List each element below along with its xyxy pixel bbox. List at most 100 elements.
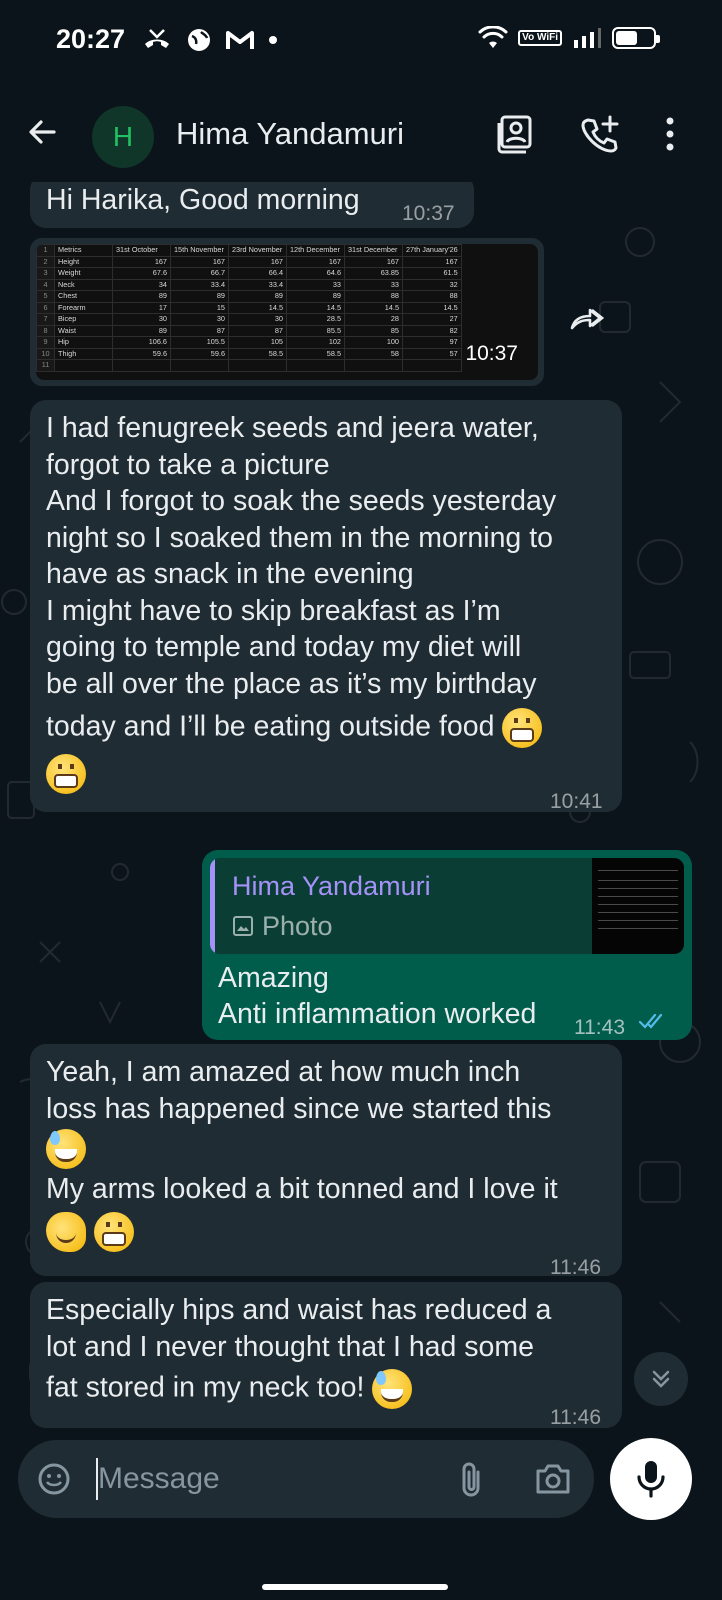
sheet-row: 3 Weight 67.6 66.7 66.4 64.6 63.85 61.5 xyxy=(36,267,462,280)
sheet-cell: 27 xyxy=(402,313,462,326)
sheet-row: 7 Bicep 30 30 30 28.5 28 27 xyxy=(36,313,462,326)
sheet-row: 2 Height 167 167 167 167 167 167 xyxy=(36,255,462,268)
sheet-row-number: 3 xyxy=(36,267,55,280)
sheet-row: 1 Metrics 31st October 15th November 23rd No… xyxy=(36,244,462,257)
sheet-row-number: 9 xyxy=(36,336,55,349)
sheet-cell xyxy=(54,359,113,372)
grimacing-face-emoji xyxy=(502,708,543,748)
image-message[interactable]: 1 Metrics 31st October 15th November 23rd No… xyxy=(30,238,544,386)
sheet-row: 8 Waist 89 87 87 85.5 85 82 xyxy=(36,324,462,337)
sheet-row: 5 Chest 89 89 89 89 88 88 xyxy=(36,290,462,303)
camera-icon[interactable] xyxy=(534,1462,572,1496)
sheet-cell: 34 xyxy=(112,278,171,291)
voice-message-button[interactable] xyxy=(610,1438,692,1520)
message-input[interactable] xyxy=(98,1458,418,1500)
add-call-icon[interactable] xyxy=(580,114,620,154)
sheet-cell xyxy=(228,359,287,372)
status-left-icons xyxy=(142,26,278,54)
contact-name[interactable]: Hima Yandamuri xyxy=(176,116,404,152)
sheet-cell: 67.6 xyxy=(112,267,171,280)
sheet-cell: 33 xyxy=(344,278,403,291)
gmail-icon xyxy=(226,31,254,49)
sheet-cell: 14.5 xyxy=(228,301,287,314)
sheet-cell: 89 xyxy=(170,290,229,303)
sheet-cell: 105 xyxy=(228,336,287,349)
sheet-cell: 167 xyxy=(170,255,229,268)
sheet-cell: 106.6 xyxy=(112,336,171,349)
sheet-cell: 61.5 xyxy=(402,267,462,280)
sheet-cell: 105.5 xyxy=(170,336,229,349)
sheet-cell: 12th December xyxy=(286,244,345,257)
back-arrow-icon[interactable] xyxy=(26,116,58,148)
sheet-cell: 14.5 xyxy=(402,301,462,314)
sheet-cell: 88 xyxy=(344,290,403,303)
sheet-cell: 59.6 xyxy=(112,347,171,360)
sweat-smile-emoji xyxy=(372,1369,413,1409)
message-time: 10:37 xyxy=(465,342,518,365)
forward-icon[interactable] xyxy=(564,298,608,342)
sheet-cell: 14.5 xyxy=(286,301,345,314)
scroll-to-bottom-button[interactable] xyxy=(634,1352,688,1406)
microphone-icon xyxy=(637,1461,665,1498)
avatar-letter: H xyxy=(112,121,134,152)
wifi-icon xyxy=(478,26,508,48)
photo-icon xyxy=(233,916,253,936)
message-bubble-incoming[interactable]: Hi Harika, Good morning 10:37 xyxy=(30,182,474,228)
sheet-cell: 167 xyxy=(286,255,345,268)
message-time: 11:46 xyxy=(550,1256,601,1279)
sheet-row-number: 7 xyxy=(36,313,55,326)
spreadsheet-table: 1 Metrics 31st October 15th November 23rd No… xyxy=(36,244,462,372)
sheet-cell: 28 xyxy=(344,313,403,326)
message-text: Hi Harika, Good morning xyxy=(46,184,360,216)
sheet-cell: 89 xyxy=(228,290,287,303)
sheet-cell: 167 xyxy=(228,255,287,268)
quote-accent-bar xyxy=(210,858,215,954)
spreadsheet-image[interactable]: 1 Metrics 31st October 15th November 23rd No… xyxy=(36,244,538,380)
message-text: Amazing Anti inflammation worked xyxy=(218,962,537,1030)
message-bubble-incoming[interactable]: Yeah, I am amazed at how much inch loss … xyxy=(30,1044,622,1279)
sheet-cell: 89 xyxy=(286,290,345,303)
message-bubble-outgoing[interactable]: Hima Yandamuri Photo Amazing Anti inflam… xyxy=(202,850,692,1040)
sheet-cell: 14.5 xyxy=(344,301,403,314)
message-time: 10:41 xyxy=(550,790,603,813)
home-indicator[interactable] xyxy=(262,1584,448,1590)
sheet-cell: Bicep xyxy=(54,313,113,326)
attach-icon[interactable] xyxy=(458,1460,484,1500)
sheet-cell: 64.6 xyxy=(286,267,345,280)
sheet-cell: 87 xyxy=(170,324,229,337)
more-options-icon[interactable] xyxy=(664,116,676,152)
missed-call-icon xyxy=(145,29,169,48)
sheet-cell xyxy=(286,359,345,372)
message-input-container[interactable] xyxy=(18,1440,594,1518)
sheet-cell: 57 xyxy=(402,347,462,360)
chat-area[interactable]: Hi Harika, Good morning 10:37 1 Metrics 31… xyxy=(0,182,722,1438)
sheet-row-number: 1 xyxy=(36,244,55,257)
sweat-smile-emoji xyxy=(46,1129,86,1169)
sheet-cell: 102 xyxy=(286,336,345,349)
sheet-row-number: 11 xyxy=(36,359,55,372)
sheet-cell: 33.4 xyxy=(170,278,229,291)
sheet-cell: Weight xyxy=(54,267,113,280)
message-bubble-incoming[interactable]: I had fenugreek seeds and jeera water, f… xyxy=(30,400,622,813)
sticker-emoji-icon[interactable] xyxy=(36,1461,72,1497)
sheet-cell: Neck xyxy=(54,278,113,291)
sheet-cell: Waist xyxy=(54,324,113,337)
sheet-cell: 167 xyxy=(402,255,462,268)
message-bubble-incoming[interactable]: Especially hips and waist has reduced a … xyxy=(30,1282,622,1429)
sheet-cell: 31st October xyxy=(112,244,171,257)
contact-card-icon[interactable] xyxy=(496,114,534,154)
sheet-row-number: 8 xyxy=(36,324,55,337)
sheet-cell: 30 xyxy=(228,313,287,326)
sheet-cell: 58.5 xyxy=(286,347,345,360)
sheet-cell: 85.5 xyxy=(286,324,345,337)
sheet-cell: 23rd November xyxy=(228,244,287,257)
quoted-message[interactable]: Hima Yandamuri Photo xyxy=(210,858,684,954)
double-chevron-down-icon xyxy=(652,1370,670,1388)
status-bar: 20:27 Vo WiFi xyxy=(0,0,722,86)
message-text: I had fenugreek seeds and jeera water, f… xyxy=(46,410,556,794)
sheet-cell: Forearm xyxy=(54,301,113,314)
contact-avatar[interactable]: H xyxy=(92,106,154,168)
sheet-cell: 87 xyxy=(228,324,287,337)
battery-icon xyxy=(612,27,660,49)
sheet-cell: 28.5 xyxy=(286,313,345,326)
